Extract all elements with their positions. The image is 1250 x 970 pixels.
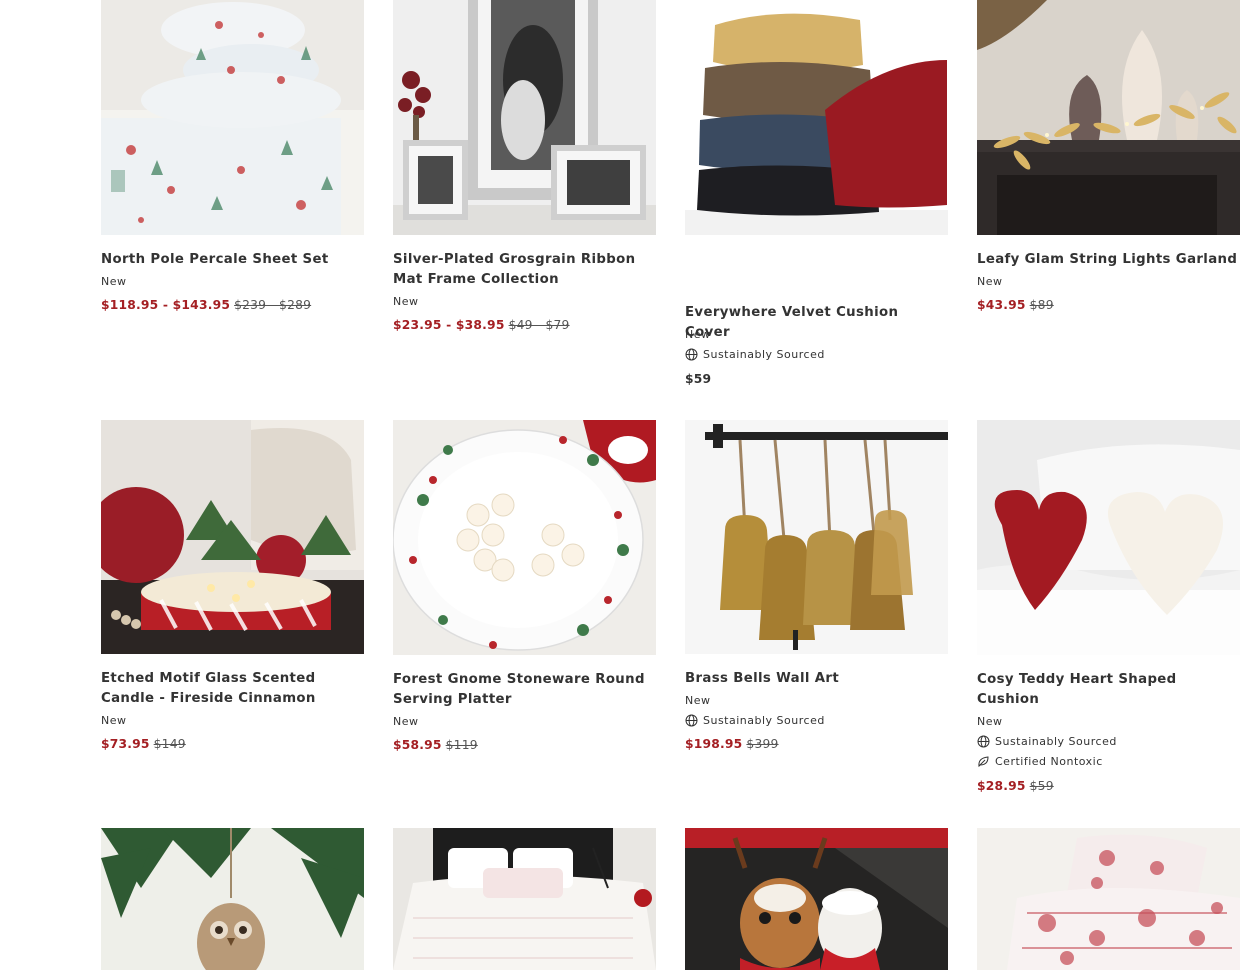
sale-price: $118.95 - $143.95 [101, 298, 231, 312]
new-badge: New [685, 328, 711, 341]
product-image-candle[interactable] [101, 420, 364, 654]
globe-icon [685, 714, 698, 727]
product-title[interactable]: Cosy Teddy Heart Shaped Cushion [977, 670, 1240, 710]
product-image-owl-ornament[interactable] [101, 828, 364, 970]
product-image-velvet-cushions[interactable] [685, 0, 948, 235]
sale-price: $23.95 - $38.95 [393, 318, 505, 332]
product-title[interactable]: Everywhere Velvet Cushion Cover [685, 303, 948, 343]
leaf-icon [977, 755, 990, 768]
price: $198.95 $399 [685, 737, 779, 751]
new-badge: New [685, 694, 711, 707]
original-price: $399 [746, 737, 779, 751]
original-price: $119 [445, 738, 478, 752]
product-image-garland[interactable] [977, 0, 1240, 235]
product-title[interactable]: Brass Bells Wall Art [685, 669, 948, 689]
globe-icon [685, 348, 698, 361]
sale-price: $43.95 [977, 298, 1026, 312]
attribute-sustainably-sourced: Sustainably Sourced [685, 714, 825, 727]
new-badge: New [101, 714, 127, 727]
new-badge: New [977, 715, 1003, 728]
price: $28.95 $59 [977, 779, 1054, 793]
product-image-photo-frames[interactable] [393, 0, 656, 235]
attribute-label: Sustainably Sourced [995, 735, 1117, 748]
sale-price: $58.95 [393, 738, 442, 752]
new-badge: New [393, 715, 419, 728]
product-title[interactable]: Forest Gnome Stoneware Round Serving Pla… [393, 670, 656, 710]
product-image-heart-cushions[interactable] [977, 420, 1240, 655]
product-image-white-bedding[interactable] [393, 828, 656, 970]
attribute-sustainably-sourced: Sustainably Sourced [977, 735, 1117, 748]
sale-price: $198.95 [685, 737, 743, 751]
attribute-label: Sustainably Sourced [703, 348, 825, 361]
globe-icon [977, 735, 990, 748]
product-title[interactable]: North Pole Percale Sheet Set [101, 250, 364, 270]
product-image-toile-bedding[interactable] [977, 828, 1240, 970]
product-image-brass-bells[interactable] [685, 420, 948, 654]
attribute-certified-nontoxic: Certified Nontoxic [977, 755, 1103, 768]
new-badge: New [977, 275, 1003, 288]
product-image-reindeer-mugs[interactable] [685, 828, 948, 970]
new-badge: New [393, 295, 419, 308]
product-image-sheet-set[interactable] [101, 0, 364, 235]
original-price: $89 [1029, 298, 1054, 312]
sale-price: $73.95 [101, 737, 150, 751]
attribute-label: Sustainably Sourced [703, 714, 825, 727]
product-image-serving-platter[interactable] [393, 420, 656, 655]
product-title[interactable]: Etched Motif Glass Scented Candle - Fire… [101, 669, 364, 709]
price: $59 [685, 372, 711, 386]
original-price: $59 [1029, 779, 1054, 793]
sale-price: $28.95 [977, 779, 1026, 793]
attribute-label: Certified Nontoxic [995, 755, 1103, 768]
price: $23.95 - $38.95 $49 - $79 [393, 318, 570, 332]
new-badge: New [101, 275, 127, 288]
attribute-sustainably-sourced: Sustainably Sourced [685, 348, 825, 361]
product-title[interactable]: Silver-Plated Grosgrain Ribbon Mat Frame… [393, 250, 656, 290]
regular-price: $59 [685, 372, 712, 386]
price: $43.95 $89 [977, 298, 1054, 312]
original-price: $49 - $79 [508, 318, 570, 332]
product-title[interactable]: Leafy Glam String Lights Garland [977, 250, 1240, 270]
price: $118.95 - $143.95 $239 - $289 [101, 298, 311, 312]
price: $73.95 $149 [101, 737, 186, 751]
price: $58.95 $119 [393, 738, 478, 752]
original-price: $149 [153, 737, 186, 751]
original-price: $239 - $289 [234, 298, 312, 312]
